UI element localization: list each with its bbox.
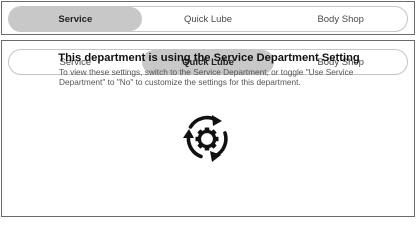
department-tab-bar: Service Quick Lube Body Shop (8, 6, 408, 32)
tab-body-shop[interactable]: Body Shop (274, 7, 407, 31)
sync-gear-icon (176, 107, 238, 169)
top-department-panel: Service Quick Lube Body Shop (1, 1, 415, 35)
tab-service[interactable]: Service (9, 7, 142, 31)
notice-body: To view these settings, switch to the Se… (59, 67, 354, 87)
tab-quick-lube[interactable]: Quick Lube (142, 7, 275, 31)
shared-settings-notice: This department is using the Service Dep… (8, 52, 410, 87)
notice-title: This department is using the Service Dep… (58, 52, 360, 64)
